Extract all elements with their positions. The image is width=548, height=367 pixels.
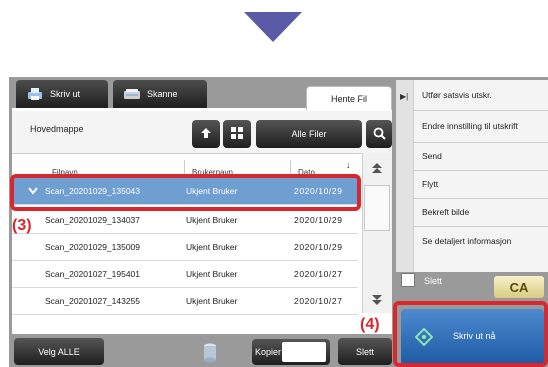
step3-label: (3) <box>12 217 32 234</box>
menu-item-details[interactable]: Se detaljert informasjon <box>414 226 548 256</box>
folder-up-icon <box>199 126 213 142</box>
tab-retrieve-label: Hente Fil <box>330 93 367 104</box>
copies-control: Kopier <box>252 339 330 365</box>
delete-button[interactable]: Slett <box>338 338 392 365</box>
file-name: Scan_20201029_135009 <box>45 242 141 252</box>
printer-icon <box>26 87 44 101</box>
tab-scan[interactable]: Skanne <box>113 80 207 108</box>
user-name: Ukjent Bruker <box>186 296 238 306</box>
tab-print-label: Skriv ut <box>50 89 81 99</box>
search-button[interactable] <box>366 120 392 148</box>
copies-input[interactable] <box>282 342 326 362</box>
copies-label: Kopier <box>255 347 282 357</box>
arrow-down-icon <box>244 12 302 42</box>
scanner-icon <box>123 87 141 101</box>
menu-item-send[interactable]: Send <box>414 142 548 170</box>
step4-label: (4) <box>360 316 380 333</box>
storage-icon <box>203 343 217 363</box>
menu-item-move[interactable]: Flytt <box>414 170 548 198</box>
file-name: Scan_20201027_195401 <box>45 269 141 279</box>
folder-name: Hovedmappe <box>30 124 84 134</box>
grid-view-icon <box>231 127 243 141</box>
search-icon <box>373 127 386 142</box>
table-row[interactable]: Scan_20201027_195401 Ukjent Bruker 2020/… <box>12 261 358 288</box>
file-name: Scan_20201027_143255 <box>45 296 141 306</box>
menu-item-preview[interactable]: Bekreft bilde <box>414 198 548 226</box>
scroll-bottom-icon[interactable] <box>366 288 388 312</box>
file-date: 2020/10/27 <box>294 296 343 306</box>
file-date: 2020/10/29 <box>294 242 343 252</box>
step3-highlight <box>10 174 361 211</box>
step4-highlight <box>393 301 548 367</box>
scroll-thumb[interactable] <box>364 185 390 231</box>
tab-print[interactable]: Skriv ut <box>16 80 108 108</box>
menu-expand-icon: ▶| <box>400 92 409 101</box>
delete-checkbox[interactable] <box>401 273 415 287</box>
user-name: Ukjent Bruker <box>186 242 238 252</box>
menu-item-batch-print[interactable]: Utfør satsvis utskr. <box>414 80 548 110</box>
sort-arrow-icon[interactable]: ↓ <box>346 160 351 170</box>
table-row[interactable]: Scan_20201027_143255 Ukjent Bruker 2020/… <box>12 288 358 315</box>
delete-checkbox-label: Slett <box>424 276 443 286</box>
file-date: 2020/10/27 <box>294 269 343 279</box>
folder-up-button[interactable] <box>192 120 220 148</box>
menu-handle[interactable]: ▶| <box>396 80 414 272</box>
ca-button[interactable]: CA <box>494 276 544 298</box>
user-name: Ukjent Bruker <box>186 269 238 279</box>
scroll-top-icon[interactable] <box>366 156 388 180</box>
tab-scan-label: Skanne <box>147 89 178 99</box>
tab-retrieve-file[interactable]: Hente Fil <box>306 86 392 110</box>
menu-item-change-print-settings[interactable]: Endre innstilling til utskrift <box>414 110 548 142</box>
table-row[interactable]: Scan_20201029_134037 Ukjent Bruker 2020/… <box>12 207 358 234</box>
grid-view-button[interactable] <box>223 120 251 148</box>
select-all-button[interactable]: Velg ALLE <box>14 338 104 365</box>
all-files-button[interactable]: Alle Filer <box>256 120 362 148</box>
table-row[interactable]: Scan_20201029_135009 Ukjent Bruker 2020/… <box>12 234 358 261</box>
